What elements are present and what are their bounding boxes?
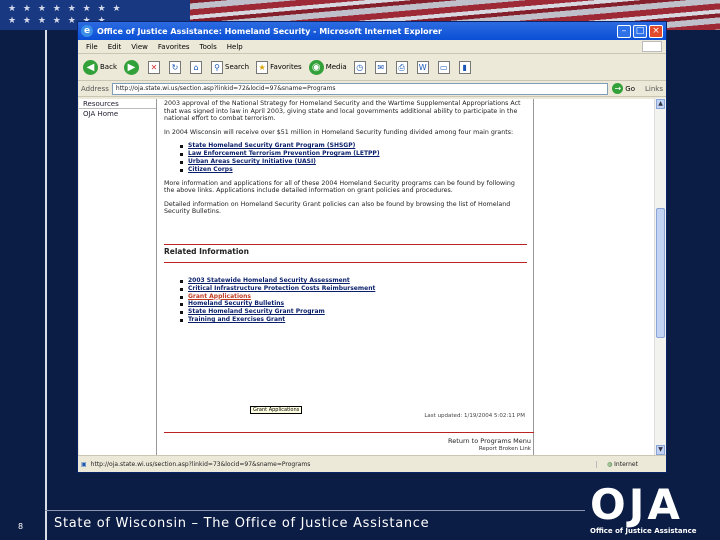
- messenger-button[interactable]: ▮: [458, 60, 473, 74]
- status-bar: ▣ http://oja.state.wi.us/section.asp?lin…: [78, 455, 666, 472]
- footer-title: State of Wisconsin – The Office of Justi…: [54, 516, 430, 531]
- star-icon: ★: [256, 60, 269, 74]
- paragraph-intro: 2003 approval of the National Strategy f…: [164, 100, 521, 123]
- history-button[interactable]: ◷: [353, 60, 368, 74]
- left-nav: Resources OJA Home: [79, 99, 157, 456]
- print-icon: ⎙: [395, 60, 408, 74]
- related-link-bulletins[interactable]: Homeland Security Bulletins: [180, 300, 527, 308]
- grant-link-uasi[interactable]: Urban Areas Security Initiative (UASI): [180, 158, 527, 166]
- slide: ★ ★ ★ ★ ★ ★ ★ e Office of Justice Assist…: [0, 0, 720, 540]
- paragraph-bulletins: Detailed information on Homeland Securit…: [164, 200, 511, 216]
- menu-bar: File Edit View Favorites Tools Help: [78, 40, 666, 54]
- windows-flag-icon: [642, 41, 662, 52]
- home-button[interactable]: ⌂: [190, 60, 204, 74]
- back-button[interactable]: ◀ Back: [83, 59, 117, 75]
- home-icon: ⌂: [190, 60, 202, 74]
- mail-button[interactable]: ✉: [374, 60, 389, 74]
- ie-icon: e: [81, 25, 93, 37]
- grant-link-citizen-corps[interactable]: Citizen Corps: [180, 166, 527, 174]
- content-footer-rule: [164, 432, 534, 433]
- grant-link-shsgp[interactable]: State Homeland Security Grant Program (S…: [180, 142, 527, 150]
- edit-icon: W: [416, 60, 429, 74]
- page-number: 8: [18, 522, 24, 531]
- section-divider: [164, 243, 527, 245]
- last-updated: Last updated: 1/19/2004 5:02:11 PM: [424, 413, 525, 419]
- oja-logo-subtitle: Office of Justice Assistance: [590, 527, 697, 535]
- browser-title: Office of Justice Assistance: Homeland S…: [97, 26, 442, 36]
- back-arrow-icon: ◀: [83, 59, 98, 75]
- address-bar: Address http://oja.state.wi.us/section.a…: [78, 81, 666, 97]
- forward-button[interactable]: ▶: [124, 59, 141, 75]
- vertical-scrollbar[interactable]: ▲ ▼: [654, 98, 666, 456]
- left-rule: [45, 30, 47, 540]
- history-icon: ◷: [353, 60, 366, 74]
- link-tooltip: Grant Applications: [250, 406, 303, 414]
- go-arrow-icon: →: [612, 83, 624, 94]
- links-button[interactable]: Links: [645, 85, 663, 93]
- media-icon: ◉: [308, 59, 324, 75]
- forward-arrow-icon: ▶: [124, 59, 139, 75]
- refresh-icon: ↻: [169, 60, 181, 74]
- grant-list: State Homeland Security Grant Program (S…: [180, 142, 527, 174]
- grant-link-letpp[interactable]: Law Enforcement Terrorism Prevention Pro…: [180, 150, 527, 158]
- toolbar: ◀ Back ▶ ✕ ↻ ⌂ ⚲ Search ★ Favorites ◉ Media …: [78, 54, 666, 81]
- related-link-training[interactable]: Training and Exercises Grant: [180, 316, 527, 324]
- menu-edit[interactable]: Edit: [108, 43, 122, 51]
- messenger-icon: ▮: [458, 60, 471, 74]
- menu-help[interactable]: Help: [227, 43, 243, 51]
- return-to-programs-link[interactable]: Return to Programs Menu: [448, 437, 531, 445]
- related-divider: [164, 261, 527, 263]
- go-button[interactable]: → Go: [612, 83, 635, 94]
- related-link-cip[interactable]: Critical Infrastructure Protection Costs…: [180, 285, 527, 293]
- page-icon: ▣: [81, 460, 87, 468]
- scroll-thumb[interactable]: [656, 208, 665, 338]
- search-icon: ⚲: [211, 60, 223, 74]
- scroll-down-icon[interactable]: ▼: [656, 445, 665, 455]
- paragraph-funding: In 2004 Wisconsin will receive over $51 …: [164, 128, 514, 136]
- menu-favorites[interactable]: Favorites: [158, 43, 190, 51]
- paragraph-more-info: More information and applications for al…: [164, 179, 515, 195]
- oja-logo-letters: OJA: [590, 480, 683, 529]
- maximize-button[interactable]: □: [633, 24, 647, 38]
- status-zone: ◍ Internet: [596, 460, 666, 468]
- minimize-button[interactable]: –: [617, 24, 631, 38]
- scroll-up-icon[interactable]: ▲: [656, 99, 665, 109]
- oja-logo: OJA Office of Justice Assistance: [590, 484, 715, 540]
- nav-item-resources[interactable]: Resources: [79, 99, 156, 109]
- search-button[interactable]: ⚲ Search: [211, 60, 249, 74]
- close-button[interactable]: ×: [649, 24, 663, 38]
- favorites-button[interactable]: ★ Favorites: [256, 60, 302, 74]
- related-list: 2003 Statewide Homeland Security Assessm…: [180, 277, 527, 324]
- menu-file[interactable]: File: [86, 43, 98, 51]
- refresh-button[interactable]: ↻: [169, 60, 183, 74]
- discuss-button[interactable]: ▭: [437, 60, 452, 74]
- page-content: 2003 approval of the National Strategy f…: [164, 99, 534, 456]
- related-heading: Related Information: [164, 246, 249, 256]
- discuss-icon: ▭: [437, 60, 450, 74]
- print-button[interactable]: ⎙: [395, 60, 410, 74]
- bottom-rule: [45, 510, 585, 511]
- related-link-grant-applications[interactable]: Grant Applications: [180, 293, 527, 301]
- mail-icon: ✉: [374, 60, 387, 74]
- address-label: Address: [81, 84, 109, 93]
- stop-icon: ✕: [148, 60, 160, 74]
- page-viewport: Resources OJA Home 2003 approval of the …: [79, 99, 656, 456]
- report-broken-link[interactable]: Report Broken Link: [479, 446, 531, 452]
- address-input[interactable]: http://oja.state.wi.us/section.asp?linki…: [111, 82, 609, 95]
- browser-titlebar: e Office of Justice Assistance: Homeland…: [78, 22, 666, 40]
- stop-button[interactable]: ✕: [148, 60, 162, 74]
- browser-window: e Office of Justice Assistance: Homeland…: [77, 21, 667, 473]
- edit-button[interactable]: W: [416, 60, 431, 74]
- media-button[interactable]: ◉ Media: [308, 59, 347, 75]
- menu-tools[interactable]: Tools: [200, 43, 217, 51]
- status-url: http://oja.state.wi.us/section.asp?linki…: [90, 460, 311, 468]
- nav-item-oja-home[interactable]: OJA Home: [79, 109, 156, 119]
- related-link-shsgp[interactable]: State Homeland Security Grant Program: [180, 308, 527, 316]
- menu-view[interactable]: View: [131, 43, 148, 51]
- related-link-assessment[interactable]: 2003 Statewide Homeland Security Assessm…: [180, 277, 527, 285]
